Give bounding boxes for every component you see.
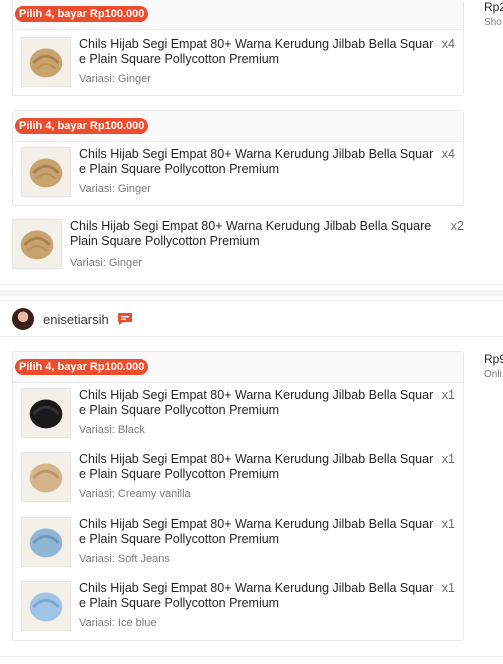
product-item[interactable]: Chils Hijab Segi Empat 80+ Warna Kerudun… [21, 517, 463, 573]
hijab-thumbnail-icon[interactable] [21, 147, 71, 197]
hijab-thumbnail-icon[interactable] [21, 388, 71, 438]
product-quantity: x2 [450, 219, 464, 233]
product-variant: Variasi: Ginger [79, 73, 151, 85]
bundle-header: Pilih 4, bayar Rp100.000 [13, 111, 463, 142]
product-item[interactable]: Chils Hijab Segi Empat 80+ Warna Kerudun… [21, 581, 463, 637]
section-divider [0, 300, 503, 301]
product-title[interactable]: Chils Hijab Segi Empat 80+ Warna Kerudun… [79, 517, 434, 547]
product-title[interactable]: Chils Hijab Segi Empat 80+ Warna Kerudun… [79, 37, 434, 67]
chat-icon[interactable] [117, 312, 133, 326]
section-divider [0, 336, 503, 337]
product-item[interactable]: Chils Hijab Segi Empat 80+ Warna Kerudun… [12, 219, 464, 271]
product-quantity: x4 [441, 37, 455, 51]
product-item[interactable]: Chils Hijab Segi Empat 80+ Warna Kerudun… [21, 452, 463, 508]
product-title[interactable]: Chils Hijab Segi Empat 80+ Warna Kerudun… [79, 581, 434, 611]
bundle-promo-badge[interactable]: Pilih 4, bayar Rp100.000 [15, 118, 149, 134]
bundle-header: Pilih 4, bayar Rp100.000 [13, 0, 463, 30]
product-quantity: x1 [441, 581, 455, 595]
shipping-label: Sho [484, 17, 502, 28]
product-variant: Variasi: Ginger [70, 257, 142, 269]
shop-name[interactable]: enisetiarsih [43, 312, 109, 327]
bundle-card: Pilih 4, bayar Rp100.000 Chils Hijab Seg… [12, 110, 464, 206]
bundle-promo-badge[interactable]: Pilih 4, bayar Rp100.000 [15, 6, 149, 22]
product-title[interactable]: Chils Hijab Segi Empat 80+ Warna Kerudun… [79, 452, 434, 482]
product-item[interactable]: Chils Hijab Segi Empat 80+ Warna Kerudun… [21, 388, 463, 444]
product-quantity: x4 [441, 147, 455, 161]
bundle-promo-badge[interactable]: Pilih 4, bayar Rp100.000 [15, 359, 149, 375]
product-variant: Variasi: Black [79, 424, 145, 436]
hijab-thumbnail-icon[interactable] [21, 517, 71, 567]
shop-header[interactable]: enisetiarsih [0, 302, 503, 336]
order-price: Rp2 [484, 0, 503, 14]
order-price: Rp9 [484, 352, 503, 366]
product-title[interactable]: Chils Hijab Segi Empat 80+ Warna Kerudun… [70, 219, 442, 249]
product-quantity: x1 [441, 388, 455, 402]
product-variant: Variasi: Ginger [79, 183, 151, 195]
bundle-header: Pilih 4, bayar Rp100.000 [13, 352, 463, 383]
bundle-card: Pilih 4, bayar Rp100.000 Chils Hijab Seg… [12, 0, 464, 96]
product-item[interactable]: Chils Hijab Segi Empat 80+ Warna Kerudun… [21, 37, 463, 93]
section-divider [0, 284, 503, 285]
section-divider [0, 656, 503, 657]
section-gap [0, 290, 503, 296]
hijab-thumbnail-icon[interactable] [12, 219, 62, 269]
avatar[interactable] [12, 308, 34, 330]
bundle-card: Pilih 4, bayar Rp100.000 Chils Hijab Seg… [12, 351, 464, 641]
product-item[interactable]: Chils Hijab Segi Empat 80+ Warna Kerudun… [21, 147, 463, 203]
product-variant: Variasi: Creamy vanilla [79, 488, 191, 500]
hijab-thumbnail-icon[interactable] [21, 581, 71, 631]
product-title[interactable]: Chils Hijab Segi Empat 80+ Warna Kerudun… [79, 388, 434, 418]
product-variant: Variasi: Ice blue [79, 617, 157, 629]
hijab-thumbnail-icon[interactable] [21, 37, 71, 87]
product-title[interactable]: Chils Hijab Segi Empat 80+ Warna Kerudun… [79, 147, 434, 177]
product-quantity: x1 [441, 452, 455, 466]
product-variant: Variasi: Soft Jeans [79, 553, 170, 565]
shipping-label: Onli [484, 369, 502, 380]
hijab-thumbnail-icon[interactable] [21, 452, 71, 502]
product-quantity: x1 [441, 517, 455, 531]
